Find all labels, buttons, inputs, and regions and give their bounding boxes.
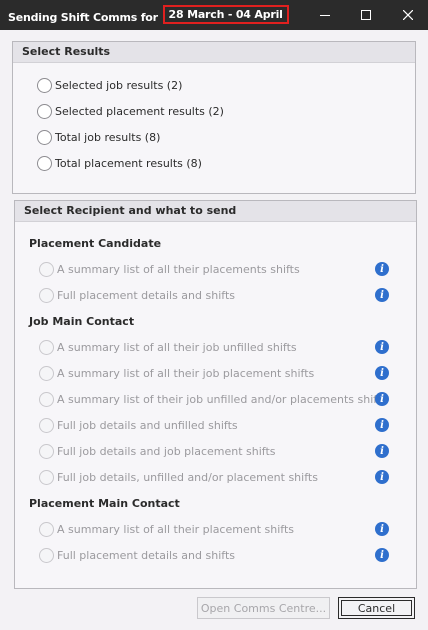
option-label: Full job details and job placement shift… — [57, 444, 276, 458]
radio-button[interactable] — [37, 155, 52, 171]
option-label: Full placement details and shifts — [57, 548, 235, 562]
title-date-range: 28 March - 04 April — [162, 5, 289, 24]
radio-button[interactable] — [39, 339, 54, 355]
radio-button[interactable] — [39, 443, 54, 459]
title-prefix: Sending Shift Comms for — [8, 11, 158, 24]
option-label: Full placement details and shifts — [57, 288, 235, 302]
option-contact-summary-placements[interactable]: A summary list of all their placement sh… — [39, 519, 294, 539]
option-candidate-summary-placements[interactable]: A summary list of all their placements s… — [39, 259, 300, 279]
radio-button[interactable] — [39, 287, 54, 303]
option-label: A summary list of all their job placemen… — [57, 366, 315, 380]
radio-button[interactable] — [37, 77, 52, 93]
section-title-placement-main-contact: Placement Main Contact — [29, 497, 180, 510]
section-title-job-main-contact: Job Main Contact — [29, 315, 135, 328]
option-label: A summary list of all their job unfilled… — [57, 340, 297, 354]
radio-button[interactable] — [37, 129, 52, 145]
option-contact-full-placement-details[interactable]: Full placement details and shifts — [39, 545, 235, 565]
radio-total-job-results[interactable]: Total job results (8) — [37, 127, 160, 147]
option-job-summary-unfilled[interactable]: A summary list of all their job unfilled… — [39, 337, 297, 357]
option-label: Selected job results (2) — [55, 78, 183, 92]
info-icon[interactable]: i — [375, 444, 389, 458]
radio-button[interactable] — [39, 547, 54, 563]
radio-button[interactable] — [37, 103, 52, 119]
info-icon[interactable]: i — [375, 418, 389, 432]
radio-button[interactable] — [39, 391, 54, 407]
minimize-button[interactable] — [305, 0, 345, 30]
select-results-group: Select Results Selected job results (2) … — [12, 41, 416, 194]
info-icon[interactable]: i — [375, 548, 389, 562]
minimize-icon — [320, 15, 330, 16]
info-icon[interactable]: i — [375, 522, 389, 536]
select-results-header: Select Results — [13, 42, 415, 63]
open-comms-centre-button[interactable]: Open Comms Centre... — [197, 597, 330, 619]
select-recipient-group: Select Recipient and what to send Placem… — [14, 200, 417, 589]
info-icon[interactable]: i — [375, 392, 389, 406]
info-icon[interactable]: i — [375, 470, 389, 484]
close-button[interactable] — [388, 0, 428, 30]
radio-button[interactable] — [39, 417, 54, 433]
option-label: A summary list of their job unfilled and… — [57, 392, 388, 406]
radio-selected-job-results[interactable]: Selected job results (2) — [37, 75, 182, 95]
cancel-button[interactable]: Cancel — [338, 597, 415, 619]
option-label: A summary list of all their placement sh… — [57, 522, 294, 536]
radio-total-placement-results[interactable]: Total placement results (8) — [37, 153, 202, 173]
option-label: Full job details, unfilled and/or placem… — [57, 470, 318, 484]
cancel-label: Cancel — [357, 601, 396, 615]
option-candidate-full-placement-details[interactable]: Full placement details and shifts — [39, 285, 235, 305]
option-label: Total job results (8) — [55, 130, 161, 144]
close-icon — [403, 10, 413, 20]
info-icon[interactable]: i — [375, 366, 389, 380]
option-job-summary-unfilled-or-placements[interactable]: A summary list of their job unfilled and… — [39, 389, 387, 409]
radio-button[interactable] — [39, 261, 54, 277]
radio-button[interactable] — [39, 365, 54, 381]
radio-button[interactable] — [39, 469, 54, 485]
radio-selected-placement-results[interactable]: Selected placement results (2) — [37, 101, 224, 121]
window-title: Sending Shift Comms for 28 March - 04 Ap… — [8, 5, 289, 27]
option-label: Selected placement results (2) — [55, 104, 224, 118]
option-label: Full job details and unfilled shifts — [57, 418, 238, 432]
select-recipient-header: Select Recipient and what to send — [15, 201, 416, 222]
section-title-placement-candidate: Placement Candidate — [29, 237, 162, 250]
option-label: A summary list of all their placements s… — [57, 262, 300, 276]
title-bar: Sending Shift Comms for 28 March - 04 Ap… — [0, 0, 428, 30]
option-job-summary-placement[interactable]: A summary list of all their job placemen… — [39, 363, 314, 383]
option-label: Total placement results (8) — [55, 156, 202, 170]
info-icon[interactable]: i — [375, 262, 389, 276]
info-icon[interactable]: i — [375, 340, 389, 354]
option-job-full-details-unfilled[interactable]: Full job details and unfilled shifts — [39, 415, 238, 435]
info-icon[interactable]: i — [375, 288, 389, 302]
option-job-full-details-placement[interactable]: Full job details and job placement shift… — [39, 441, 276, 461]
radio-button[interactable] — [39, 521, 54, 537]
option-job-full-details-unfilled-or-placement[interactable]: Full job details, unfilled and/or placem… — [39, 467, 318, 487]
maximize-icon — [361, 10, 371, 20]
maximize-button[interactable] — [346, 0, 386, 30]
